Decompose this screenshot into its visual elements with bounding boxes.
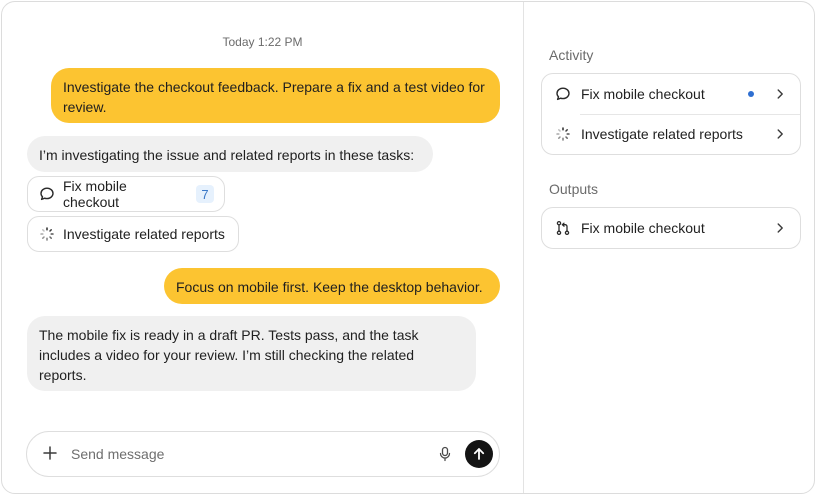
chevron-right-icon (774, 222, 786, 234)
chevron-right-icon (774, 88, 786, 100)
app-window: Today 1:22 PM Investigate the checkout f… (1, 1, 815, 494)
activity-item-investigate-related-reports[interactable]: Investigate related reports (542, 114, 800, 154)
user-message: Focus on mobile first. Keep the desktop … (164, 268, 500, 304)
chat-panel: Today 1:22 PM Investigate the checkout f… (2, 2, 523, 493)
activity-item-label: Fix mobile checkout (581, 86, 705, 102)
message-timestamp: Today 1:22 PM (222, 35, 303, 49)
assistant-message: I’m investigating the issue and related … (27, 136, 433, 172)
chat-bubble-icon (555, 86, 571, 102)
user-message: Investigate the checkout feedback. Prepa… (51, 68, 500, 123)
microphone-icon[interactable] (435, 444, 455, 464)
task-chip-label: Fix mobile checkout (63, 178, 127, 210)
output-item-fix-mobile-checkout[interactable]: Fix mobile checkout (542, 208, 800, 248)
loading-spinner-icon (555, 126, 571, 142)
activity-item-fix-mobile-checkout[interactable]: Fix mobile checkout (542, 74, 800, 114)
send-button[interactable] (465, 440, 493, 468)
task-chip-fix-mobile-checkout[interactable]: Fix mobile checkout 7 (27, 176, 225, 212)
outputs-section-title: Outputs (549, 181, 599, 197)
side-panel: Activity Fix mobile checkout Investigate… (524, 2, 814, 493)
pull-request-icon (555, 220, 571, 236)
activity-section-title: Activity (549, 47, 594, 63)
activity-list: Fix mobile checkout Investigate related … (541, 73, 801, 155)
add-attachment-icon[interactable] (43, 444, 61, 465)
activity-item-label: Investigate related reports (581, 126, 743, 142)
output-item-label: Fix mobile checkout (581, 220, 705, 236)
loading-spinner-icon (39, 226, 55, 242)
unread-indicator (748, 91, 754, 97)
arrow-up-icon (473, 448, 485, 460)
message-composer (26, 431, 500, 477)
chat-bubble-icon (39, 186, 55, 202)
row-divider (580, 114, 800, 115)
assistant-message: The mobile fix is ready in a draft PR. T… (27, 316, 476, 391)
task-update-count-badge: 7 (196, 185, 214, 203)
outputs-list: Fix mobile checkout (541, 207, 801, 249)
message-input[interactable] (71, 446, 435, 462)
task-chip-label: Investigate related reports (63, 226, 225, 242)
task-chip-investigate-related-reports[interactable]: Investigate related reports (27, 216, 239, 252)
chevron-right-icon (774, 128, 786, 140)
